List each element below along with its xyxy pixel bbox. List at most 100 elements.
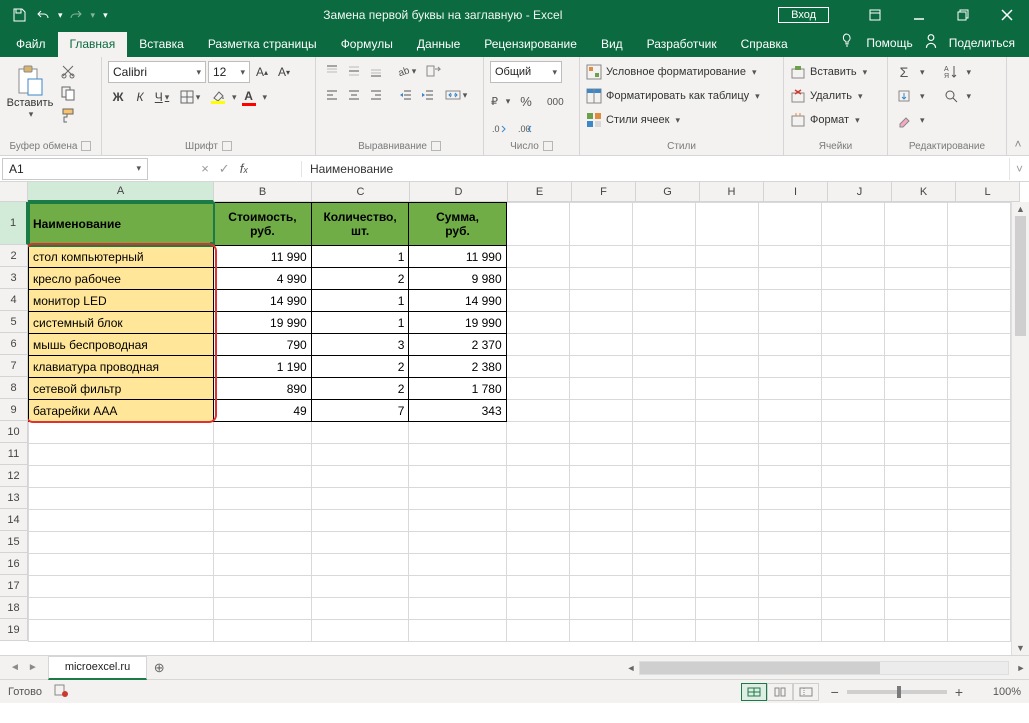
cell[interactable]	[506, 598, 569, 620]
cell[interactable]	[947, 246, 1010, 268]
cell[interactable]	[569, 312, 632, 334]
undo-dropdown-icon[interactable]: ▾	[56, 10, 63, 21]
cell[interactable]	[569, 620, 632, 642]
cell[interactable]	[214, 532, 312, 554]
cell[interactable]	[884, 444, 947, 466]
cell[interactable]	[409, 466, 506, 488]
row-header[interactable]: 2	[0, 245, 28, 267]
cell[interactable]	[695, 246, 758, 268]
cell[interactable]	[214, 576, 312, 598]
cell[interactable]	[632, 466, 695, 488]
new-sheet-icon[interactable]: ⊕	[147, 656, 171, 680]
column-header[interactable]: H	[700, 182, 764, 202]
cell[interactable]: Сумма,руб.	[409, 203, 506, 246]
cell[interactable]	[695, 334, 758, 356]
cell[interactable]	[409, 554, 506, 576]
cell[interactable]	[569, 554, 632, 576]
cell[interactable]	[884, 334, 947, 356]
cell[interactable]	[695, 532, 758, 554]
font-name-combo[interactable]: Calibri▾	[108, 61, 206, 83]
align-top-icon[interactable]	[322, 61, 342, 81]
copy-icon[interactable]	[58, 83, 78, 103]
autosum-icon[interactable]: Σ	[894, 62, 914, 82]
sheet-nav-prev-icon[interactable]: ◄	[10, 662, 20, 673]
cell[interactable]	[632, 620, 695, 642]
dialog-launcher-icon[interactable]	[81, 141, 91, 151]
cell[interactable]	[632, 312, 695, 334]
cell-styles-button[interactable]: Стили ячеек▾	[586, 109, 680, 131]
redo-icon[interactable]	[65, 4, 87, 26]
cell[interactable]	[947, 554, 1010, 576]
cell[interactable]	[569, 356, 632, 378]
cell[interactable]	[884, 356, 947, 378]
tab-insert[interactable]: Вставка	[127, 32, 196, 57]
cell[interactable]	[758, 400, 821, 422]
cell[interactable]	[506, 422, 569, 444]
cell[interactable]	[569, 510, 632, 532]
expand-formula-bar-icon[interactable]: ˅	[1009, 158, 1029, 180]
cell[interactable]: 3	[311, 334, 409, 356]
dialog-launcher-icon[interactable]	[543, 141, 553, 151]
cell[interactable]	[632, 598, 695, 620]
collapse-ribbon-icon[interactable]: ˄	[1014, 137, 1021, 151]
cell[interactable]: 1	[311, 312, 409, 334]
clear-icon[interactable]	[894, 110, 914, 130]
font-color-icon[interactable]: A	[239, 87, 259, 107]
restore-icon[interactable]	[941, 0, 985, 30]
borders-icon[interactable]: ▾	[180, 87, 200, 107]
cell[interactable]	[632, 356, 695, 378]
view-page-layout-icon[interactable]	[767, 683, 793, 701]
align-right-icon[interactable]	[366, 85, 386, 105]
cell[interactable]	[311, 444, 409, 466]
tab-review[interactable]: Рецензирование	[472, 32, 589, 57]
cell[interactable]	[29, 532, 214, 554]
decrease-font-icon[interactable]: A▾	[274, 62, 294, 82]
cell[interactable]: 343	[409, 400, 506, 422]
cell[interactable]	[758, 290, 821, 312]
view-page-break-icon[interactable]	[793, 683, 819, 701]
dialog-launcher-icon[interactable]	[222, 141, 232, 151]
cell[interactable]: 19 990	[409, 312, 506, 334]
cell[interactable]: стол компьютерный	[29, 246, 214, 268]
cell[interactable]	[29, 488, 214, 510]
cell[interactable]: 1	[311, 246, 409, 268]
cell[interactable]	[758, 246, 821, 268]
cell[interactable]	[884, 488, 947, 510]
cell[interactable]	[569, 444, 632, 466]
close-icon[interactable]	[985, 0, 1029, 30]
column-header[interactable]: I	[764, 182, 828, 202]
cell[interactable]	[947, 598, 1010, 620]
cell[interactable]	[947, 378, 1010, 400]
cell[interactable]	[947, 488, 1010, 510]
cell[interactable]	[569, 532, 632, 554]
row-header[interactable]: 9	[0, 399, 28, 421]
cell[interactable]	[821, 466, 884, 488]
column-header[interactable]: C	[312, 182, 410, 202]
cell[interactable]	[214, 598, 312, 620]
align-middle-icon[interactable]	[344, 61, 364, 81]
cell[interactable]	[569, 576, 632, 598]
align-bottom-icon[interactable]	[366, 61, 386, 81]
cell[interactable]	[506, 312, 569, 334]
cell[interactable]: 49	[214, 400, 312, 422]
conditional-formatting-button[interactable]: Условное форматирование▾	[586, 61, 756, 83]
cell[interactable]	[821, 400, 884, 422]
tab-developer[interactable]: Разработчик	[635, 32, 729, 57]
cell[interactable]	[884, 312, 947, 334]
cell[interactable]	[821, 203, 884, 246]
cell[interactable]	[632, 378, 695, 400]
cell[interactable]	[758, 620, 821, 642]
row-headers[interactable]: 12345678910111213141516171819	[0, 202, 28, 641]
cell[interactable]	[695, 312, 758, 334]
cell[interactable]	[695, 488, 758, 510]
sheet-nav-next-icon[interactable]: ►	[28, 662, 38, 673]
scroll-right-icon[interactable]: ►	[1013, 660, 1029, 676]
merge-center-icon[interactable]: ▾	[446, 85, 466, 105]
cell[interactable]	[409, 598, 506, 620]
tab-page-layout[interactable]: Разметка страницы	[196, 32, 329, 57]
underline-button[interactable]: Ч▾	[152, 87, 172, 107]
accounting-format-icon[interactable]: ₽▾	[490, 91, 510, 111]
cell[interactable]	[695, 203, 758, 246]
cell[interactable]	[884, 620, 947, 642]
column-header[interactable]: J	[828, 182, 892, 202]
